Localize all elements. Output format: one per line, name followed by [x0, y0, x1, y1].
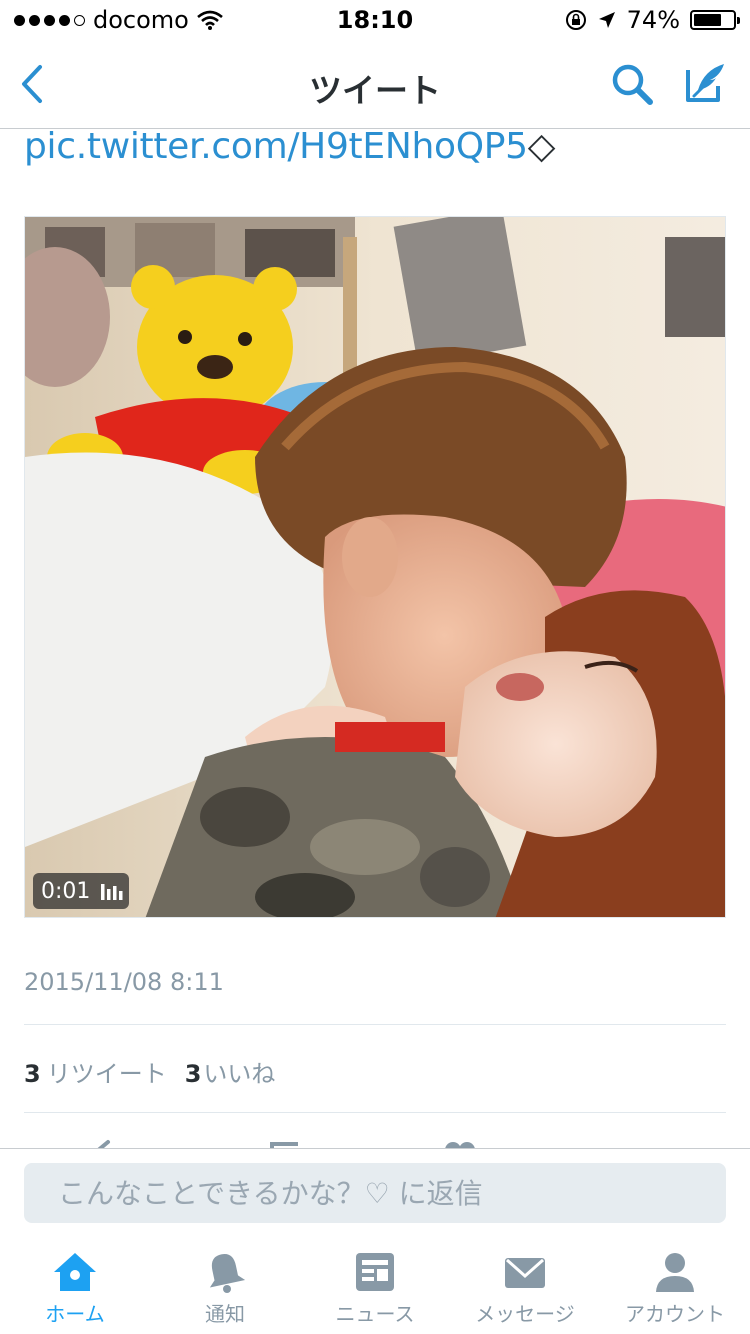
tab-messages[interactable]: メッセージ: [450, 1236, 600, 1334]
rotation-lock-icon: [565, 10, 586, 30]
tab-label: アカウント: [625, 1302, 725, 1326]
tab-label: メッセージ: [475, 1302, 575, 1326]
battery-level: [694, 14, 722, 26]
tab-news[interactable]: ニュース: [300, 1236, 450, 1334]
tab-label: ニュース: [335, 1302, 415, 1326]
audio-bars-icon: [101, 884, 123, 900]
home-icon: [54, 1253, 96, 1291]
divider: [24, 1024, 726, 1025]
tweet-media-link[interactable]: pic.twitter.com/H9tENhoQP5◇: [24, 126, 555, 167]
search-icon[interactable]: [610, 62, 656, 108]
link-glyph-icon: ◇: [527, 126, 556, 167]
battery-icon: [690, 10, 740, 30]
person-icon: [656, 1253, 694, 1292]
battery-percent: 74%: [626, 6, 680, 34]
tab-bar: ホーム 通知 ニュース メッセージ アカウント: [0, 1236, 750, 1334]
tab-home[interactable]: ホーム: [0, 1236, 150, 1334]
tweet-timestamp: 2015/11/08 8:11: [24, 968, 224, 996]
reply-bar: [0, 1148, 750, 1237]
link-text[interactable]: pic.twitter.com/H9tENhoQP5: [24, 126, 528, 167]
location-arrow-icon: [598, 12, 615, 28]
reply-input[interactable]: [24, 1163, 726, 1223]
like-count[interactable]: 3: [185, 1060, 202, 1088]
divider: [24, 1112, 726, 1113]
compose-tweet-icon[interactable]: [684, 60, 728, 104]
video-frame-image: [25, 217, 725, 917]
bell-icon: [209, 1254, 246, 1293]
status-right: 74%: [565, 6, 740, 34]
envelope-icon: [505, 1258, 545, 1288]
tweet-actions-row: [0, 1130, 750, 1150]
status-bar: docomo 18:10 74%: [0, 0, 750, 40]
navigation-bar: ツイート: [0, 40, 750, 129]
retweet-label[interactable]: リツイート: [47, 1054, 167, 1089]
video-duration-badge: 0:01: [33, 873, 129, 909]
news-icon: [356, 1253, 394, 1291]
video-duration: 0:01: [41, 878, 91, 904]
tab-notifications[interactable]: 通知: [150, 1236, 300, 1334]
tweet-stats: 3 リツイート 3 いいね: [24, 1054, 275, 1089]
retweet-count[interactable]: 3: [24, 1060, 41, 1088]
like-label[interactable]: いいね: [203, 1054, 275, 1089]
tab-account[interactable]: アカウント: [600, 1236, 750, 1334]
tab-label: 通知: [205, 1302, 245, 1326]
tab-label: ホーム: [45, 1302, 105, 1326]
video-thumbnail[interactable]: 0:01: [24, 216, 726, 918]
